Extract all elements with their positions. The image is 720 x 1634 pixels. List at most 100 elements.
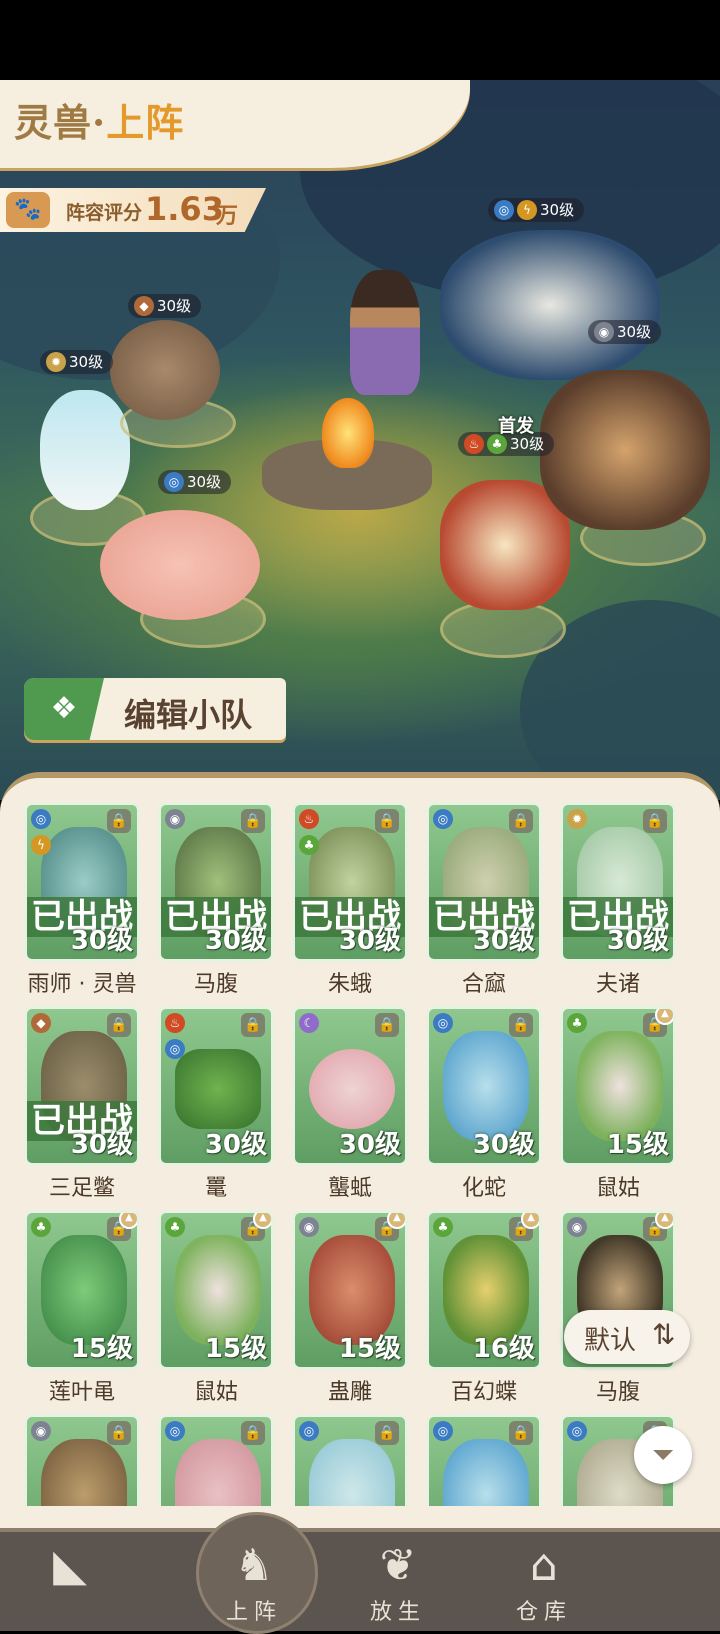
card-name: 蛊雕 [327,1380,372,1405]
creature-yushi[interactable] [440,230,660,380]
creature-card[interactable]: ♣ 🔒 ▲ 15级 鼠姑 [560,1006,676,1202]
creature-card[interactable]: ◎ 🔒 [158,1414,274,1506]
sort-button[interactable]: 默认 ⇅ [564,1310,690,1364]
edit-team-button[interactable]: ❖ 编辑小队 [24,678,286,740]
upgrade-arrow-icon: ▲ [655,1213,673,1229]
water-element-icon: ◎ [31,809,51,829]
lock-icon[interactable]: 🔒 [375,1013,399,1037]
creature-card[interactable]: ◉ 🔒 ▲ 15级 蛊雕 [292,1210,408,1406]
card-level: 16级 [472,1334,535,1364]
creature-card[interactable]: ♨ ♣ 🔒 已出战 30级 朱蛾 [292,802,408,998]
lock-icon[interactable]: 🔒 [241,1421,265,1445]
wood-element-icon: ♣ [299,835,319,855]
upgrade-arrow-icon: ▲ [655,1009,673,1025]
water-element-icon: ◎ [567,1421,587,1441]
creature-card[interactable]: ✹ 🔒 已出战 30级 夫诸 [560,802,676,998]
creature-heyu[interactable] [100,510,260,620]
level-tag: ◉ 30级 [588,320,662,344]
lock-icon[interactable]: 🔒 [241,1013,265,1037]
thunder-element-icon: ϟ [31,835,51,855]
tab-warehouse-label: 仓库 [515,1600,572,1625]
creature-list-panel: ◎ ϟ 🔒 已出战 30级 雨师 · 灵兽 ◉ 🔒 已出战 30级 马腹 ♨ ♣… [0,772,720,1538]
campfire-flame [322,398,374,468]
creature-card[interactable]: ♣ 🔒 ▲ 16级 百幻蝶 [426,1210,542,1406]
water-element-icon: ◎ [165,1039,185,1059]
creature-card[interactable]: ◎ ϟ 🔒 已出战 30级 雨师 · 灵兽 [24,802,140,998]
card-name: 合窳 [461,972,506,997]
metal-element-icon: ◉ [165,809,185,829]
tab-warehouse[interactable]: ⌂ 仓库 [484,1538,604,1628]
creature-card[interactable]: ◎ 🔒 [426,1414,542,1506]
water-element-icon: ◎ [494,200,514,220]
back-button[interactable]: ◣ [10,1538,130,1628]
card-level: 30级 [204,1130,267,1160]
card-level: 30级 [338,926,401,956]
status-bar [0,0,720,80]
card-name: 莲叶黾 [48,1380,115,1405]
metal-element-icon: ◉ [299,1217,319,1237]
lock-icon[interactable]: 🔒 [375,1421,399,1445]
card-name: 百幻蝶 [450,1380,517,1405]
edit-team-label: 编辑小队 [124,696,253,734]
card-name: 夫诸 [595,972,640,997]
creature-card[interactable]: ◆ 🔒 已出战 30级 三足鳖 [24,1006,140,1202]
card-level: 30级 [472,1130,535,1160]
creature-card[interactable]: ◎ 🔒 30级 化蛇 [426,1006,542,1202]
water-element-icon: ◎ [433,1421,453,1441]
lock-icon[interactable]: 🔒 [107,1421,131,1445]
tab-release[interactable]: ❦ 放生 [338,1538,458,1628]
water-element-icon: ◎ [164,472,184,492]
level-text: 30级 [69,353,104,371]
lock-icon[interactable]: 🔒 [241,809,265,833]
creature-grid: ◎ ϟ 🔒 已出战 30级 雨师 · 灵兽 ◉ 🔒 已出战 30级 马腹 ♨ ♣… [24,802,704,1506]
card-name: 鼠姑 [193,1380,238,1405]
card-level: 15级 [70,1334,133,1364]
moon-element-icon: ☾ [299,1013,319,1033]
card-level: 30级 [70,1130,133,1160]
creature-card[interactable]: ◉ 🔒 [24,1414,140,1506]
creature-card[interactable]: ☾ 🔒 30级 蠪蚳 [292,1006,408,1202]
upgrade-arrow-icon: ▲ [253,1213,271,1229]
tab-deploy[interactable]: ♞ 上阵 [194,1538,314,1628]
lock-icon[interactable]: 🔒 [509,1421,533,1445]
lock-icon[interactable]: 🔒 [509,809,533,833]
lock-icon[interactable]: 🔒 [643,809,667,833]
release-icon: ❦ [379,1540,417,1591]
chess-knight-icon: ♞ [234,1540,274,1591]
metal-element-icon: ◉ [31,1421,51,1441]
light-element-icon: ✹ [567,809,587,829]
lock-icon[interactable]: 🔒 [107,809,131,833]
creature-fuzhu[interactable] [40,390,130,510]
filter-icon: ⏷ [651,1438,675,1471]
lock-icon[interactable]: 🔒 [107,1013,131,1037]
team-score-label: 阵容评分 [66,202,143,224]
card-name: 鼠姑 [595,1176,640,1201]
card-level: 30级 [472,926,535,956]
card-level: 15级 [606,1130,669,1160]
lock-icon[interactable]: 🔒 [375,809,399,833]
fire-element-icon: ♨ [299,809,319,829]
lock-icon[interactable]: 🔒 [509,1013,533,1037]
metal-element-icon: ◉ [594,322,614,342]
creature-card[interactable]: ♣ 🔒 ▲ 15级 鼠姑 [158,1210,274,1406]
first-label: 首发 [498,416,534,437]
creature-card[interactable]: ◉ 🔒 已出战 30级 马腹 [158,802,274,998]
card-name: 三足鳖 [48,1176,115,1201]
creature-card[interactable]: ◉ 🔒 ▲ 8级 马腹 [560,1210,676,1406]
card-level: 15级 [338,1334,401,1364]
tab-release-label: 放生 [369,1600,426,1625]
player-character[interactable] [350,270,420,395]
creature-card[interactable]: ◎ 🔒 [292,1414,408,1506]
filter-button[interactable]: ⏷ [634,1426,692,1484]
card-level: 15级 [204,1334,267,1364]
level-text: 30级 [187,473,222,491]
creature-card[interactable]: ♣ 🔒 ▲ 15级 莲叶黾 [24,1210,140,1406]
water-element-icon: ◎ [433,809,453,829]
earth-element-icon: ◆ [31,1013,51,1033]
creature-mafu[interactable] [540,370,710,530]
water-element-icon: ◎ [433,1013,453,1033]
tab-deploy-label: 上阵 [225,1600,282,1625]
creature-sanzubie[interactable] [110,320,220,420]
creature-card[interactable]: ♨ ◎ 🔒 30级 鼍 [158,1006,274,1202]
creature-card[interactable]: ◎ 🔒 已出战 30级 合窳 [426,802,542,998]
